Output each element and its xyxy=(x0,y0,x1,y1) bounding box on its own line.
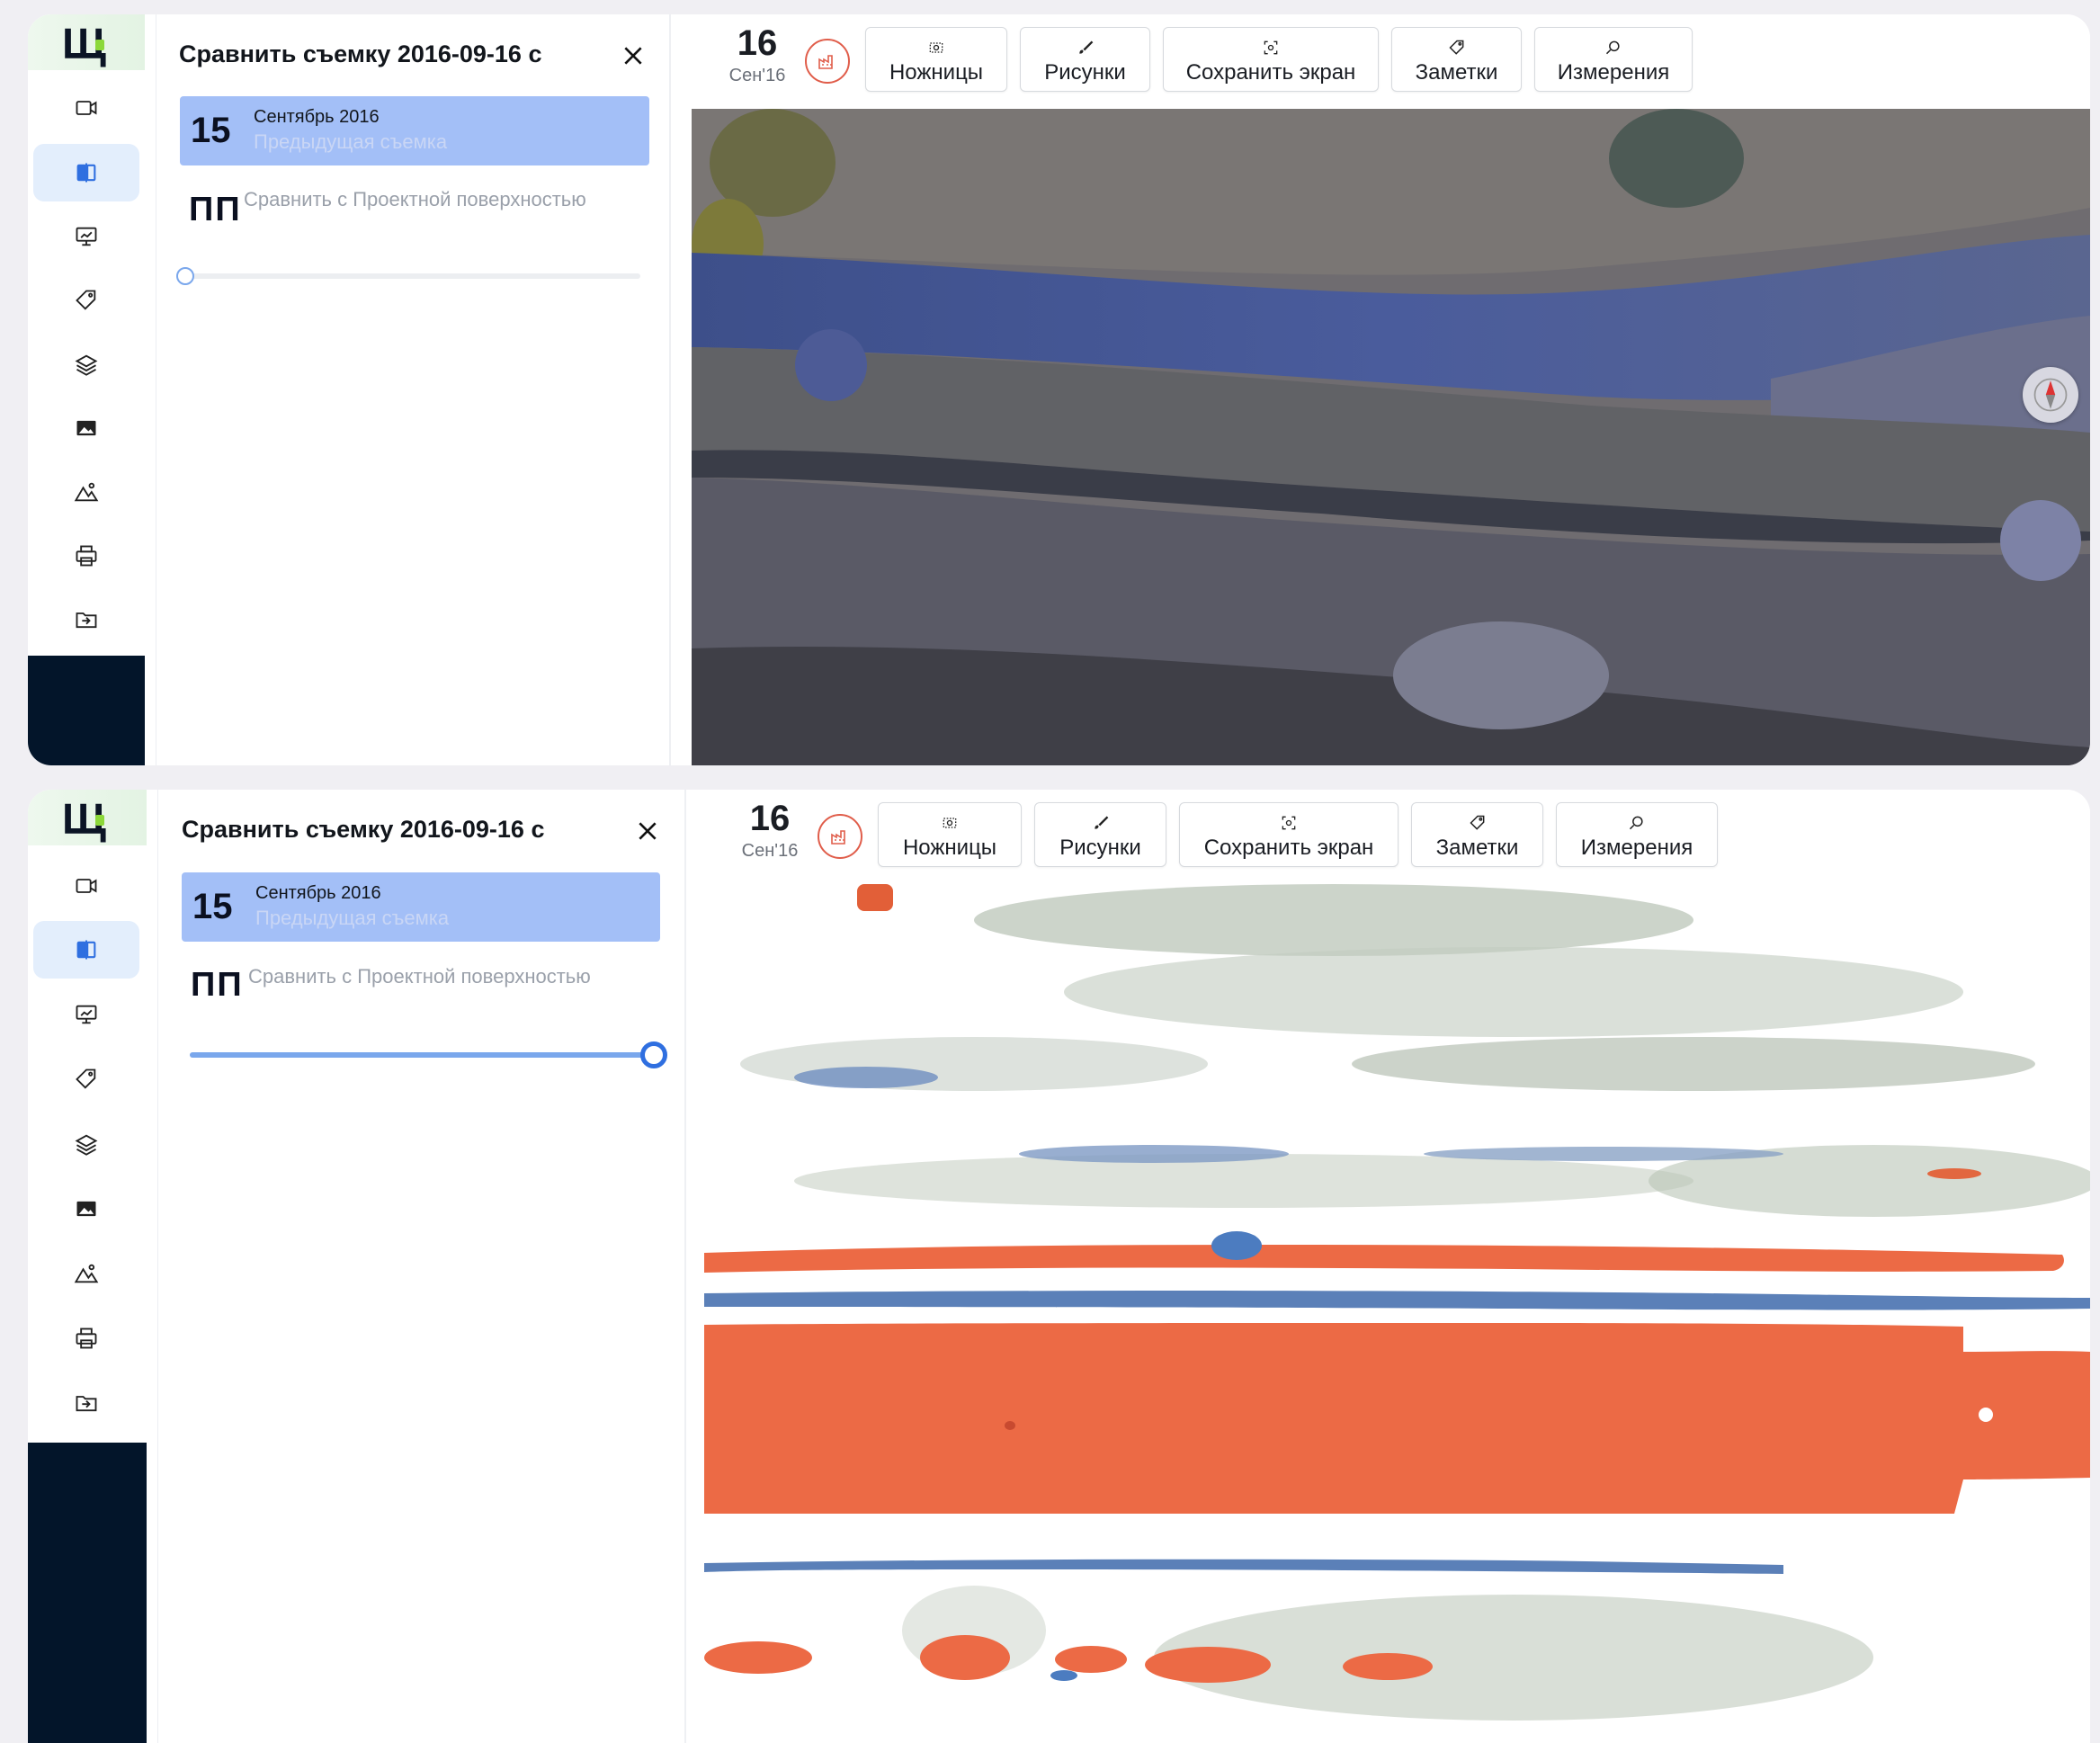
date-month: Сен'16 xyxy=(728,66,786,85)
image-icon[interactable] xyxy=(33,1180,139,1238)
panel-title: Сравнить съемку 2016-09-16 с xyxy=(179,40,542,67)
notes-label: Заметки xyxy=(1415,60,1498,85)
compare-panel: Сравнить съемку 2016-09-16 с 15 Сентябрь… xyxy=(156,14,671,765)
sidebar-footer xyxy=(28,656,145,765)
difference-heatmap[interactable] xyxy=(704,884,2090,1743)
slider-fill xyxy=(190,1052,654,1058)
panel-title: Сравнить съемку 2016-09-16 с xyxy=(182,816,545,843)
date-month: Сен'16 xyxy=(741,841,799,861)
current-survey-date[interactable]: 16 Сен'16 xyxy=(729,799,810,862)
app-window-top: Щ Сравнить съемку 2016-09-16 с 15 Сентяб… xyxy=(28,14,2090,765)
presentation-icon[interactable] xyxy=(33,986,139,1043)
measurements-button[interactable]: Измерения xyxy=(1556,802,1718,867)
import-icon[interactable] xyxy=(33,1374,139,1432)
drawings-button[interactable]: Рисунки xyxy=(1020,27,1150,92)
heatmap-image xyxy=(704,884,2090,1743)
factory-icon[interactable] xyxy=(805,39,850,84)
survey-day: 15 xyxy=(191,111,231,150)
save-screen-label: Сохранить экран xyxy=(1203,836,1374,860)
measurements-label: Измерения xyxy=(1557,60,1670,85)
close-icon[interactable] xyxy=(631,815,664,847)
print-icon[interactable] xyxy=(33,527,139,585)
tag-icon[interactable] xyxy=(33,1050,139,1108)
survey-subtitle: Предыдущая съемка xyxy=(254,130,448,153)
sidebar-footer xyxy=(28,1443,147,1743)
close-icon[interactable] xyxy=(617,40,649,72)
terrain-icon[interactable] xyxy=(33,1245,139,1302)
compare-icon[interactable] xyxy=(33,144,139,201)
survey-month: Сентябрь 2016 xyxy=(254,107,380,127)
scissors-button[interactable]: Ножницы xyxy=(878,802,1022,867)
measurements-label: Измерения xyxy=(1580,836,1693,860)
survey-card-previous[interactable]: 15 Сентябрь 2016 Предыдущая съемка xyxy=(180,96,649,165)
survey-day: 15 xyxy=(192,887,233,926)
image-icon[interactable] xyxy=(33,399,139,457)
icon-sidebar: Щ xyxy=(28,14,145,765)
icon-sidebar: Щ xyxy=(28,790,147,1743)
date-day: 16 xyxy=(737,23,778,63)
notes-label: Заметки xyxy=(1435,836,1519,860)
compass-icon[interactable] xyxy=(2023,367,2078,423)
current-survey-date[interactable]: 16 Сен'16 xyxy=(717,23,798,86)
notes-button[interactable]: Заметки xyxy=(1391,27,1522,92)
scissors-button[interactable]: Ножницы xyxy=(865,27,1007,92)
app-logo: Щ xyxy=(28,14,145,70)
design-surface-abbr: ПП xyxy=(191,966,244,1004)
design-surface-option[interactable]: Сравнить с Проектной поверхностью xyxy=(244,188,586,211)
survey-card-previous[interactable]: 15 Сентябрь 2016 Предыдущая съемка xyxy=(182,872,660,942)
layers-icon[interactable] xyxy=(33,335,139,393)
map-area: 16 Сен'16 Ножницы Рисунки Сохранить экра… xyxy=(692,14,2090,765)
map-area: 16 Сен'16 Ножницы Рисунки Сохранить экра… xyxy=(704,790,2090,1743)
drawings-button[interactable]: Рисунки xyxy=(1034,802,1166,867)
video-icon[interactable] xyxy=(33,79,139,137)
app-logo: Щ xyxy=(28,790,147,845)
orthophoto-image xyxy=(692,109,2090,765)
date-day: 16 xyxy=(749,799,791,838)
measurements-button[interactable]: Измерения xyxy=(1534,27,1693,92)
compare-panel: Сравнить съемку 2016-09-16 с 15 Сентябрь… xyxy=(157,790,686,1743)
save-screen-button[interactable]: Сохранить экран xyxy=(1179,802,1399,867)
design-surface-abbr: ПП xyxy=(189,191,242,228)
scissors-label: Ножницы xyxy=(889,60,984,85)
survey-subtitle: Предыдущая съемка xyxy=(255,907,450,929)
survey-month: Сентябрь 2016 xyxy=(255,883,381,903)
orthophoto-map[interactable] xyxy=(692,109,2090,765)
slider-handle[interactable] xyxy=(176,267,194,285)
slider-handle[interactable] xyxy=(640,1041,667,1068)
notes-button[interactable]: Заметки xyxy=(1411,802,1543,867)
terrain-icon[interactable] xyxy=(33,463,139,521)
save-screen-button[interactable]: Сохранить экран xyxy=(1163,27,1379,92)
scissors-label: Ножницы xyxy=(902,836,997,860)
import-icon[interactable] xyxy=(33,591,139,648)
compare-slider[interactable] xyxy=(176,267,640,285)
print-icon[interactable] xyxy=(33,1309,139,1367)
video-icon[interactable] xyxy=(33,857,139,915)
drawings-label: Рисунки xyxy=(1044,60,1126,85)
drawings-label: Рисунки xyxy=(1059,836,1141,860)
factory-icon[interactable] xyxy=(818,814,862,859)
save-screen-label: Сохранить экран xyxy=(1185,60,1356,85)
compare-slider[interactable] xyxy=(190,1041,667,1068)
design-surface-option[interactable]: Сравнить с Проектной поверхностью xyxy=(248,965,591,988)
layers-icon[interactable] xyxy=(33,1115,139,1173)
app-window-bottom: Щ Сравнить съемку 2016-09-16 с 15 Сентяб… xyxy=(28,790,2090,1743)
presentation-icon[interactable] xyxy=(33,208,139,265)
tag-icon[interactable] xyxy=(33,272,139,329)
compare-icon[interactable] xyxy=(33,921,139,979)
